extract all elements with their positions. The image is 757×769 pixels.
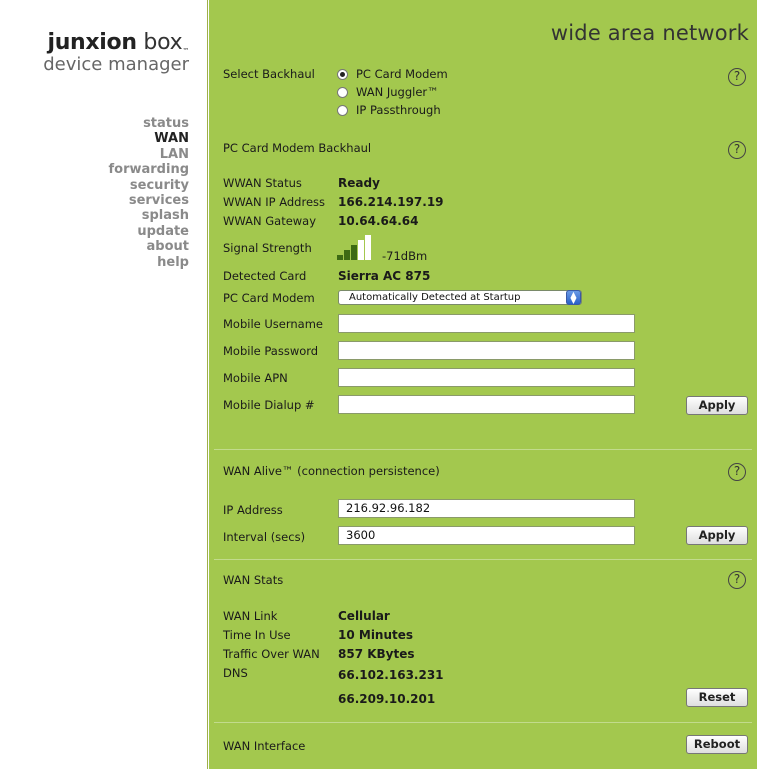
nav-item-wan[interactable]: WAN — [108, 131, 189, 146]
help-icon-wan-alive[interactable]: ? — [728, 463, 746, 481]
wan-alive-apply-button[interactable]: Apply — [686, 526, 748, 545]
help-icon-backhaul[interactable]: ? — [728, 68, 746, 86]
mobile-apn-label: Mobile APN — [223, 371, 288, 385]
nav-item-help[interactable]: help — [108, 255, 189, 270]
wan-alive-interval-input[interactable]: 3600 — [338, 526, 635, 545]
pc-card-modem-selected: Automatically Detected at Startup — [349, 292, 521, 303]
mobile-password-label: Mobile Password — [223, 344, 319, 358]
nav-item-forwarding[interactable]: forwarding — [108, 162, 189, 177]
time-in-use-value: 10 Minutes — [338, 628, 414, 642]
wan-stats-heading: WAN Stats — [223, 573, 284, 587]
radio-wan-juggler[interactable] — [337, 87, 348, 98]
main-panel: wide area network Select Backhaul PC Car… — [209, 0, 757, 769]
radio-label-ip-passthrough: IP Passthrough — [356, 103, 441, 117]
radio-pc-card-modem[interactable] — [337, 69, 348, 80]
nav-item-services[interactable]: services — [108, 193, 189, 208]
signal-bar — [344, 250, 350, 260]
mobile-apn-input[interactable] — [338, 368, 635, 387]
traffic-over-wan-value: 857 KBytes — [338, 647, 415, 661]
radio-label-wan-juggler: WAN Juggler™ — [356, 85, 439, 99]
signal-bar — [365, 235, 371, 260]
wan-link-label: WAN Link — [223, 609, 278, 623]
detected-card-value: Sierra AC 875 — [338, 269, 431, 283]
mobile-dialup-label: Mobile Dialup # — [223, 398, 315, 412]
section-divider — [214, 449, 752, 450]
nav-item-lan[interactable]: LAN — [108, 147, 189, 162]
brand-name: junxion box™ — [47, 30, 189, 55]
page-title: wide area network — [550, 21, 749, 45]
wwan-gateway-value: 10.64.64.64 — [338, 214, 419, 228]
wwan-ip-value: 166.214.197.19 — [338, 195, 444, 209]
brand-logo: junxion box™ device manager — [43, 30, 189, 75]
section-divider — [214, 722, 752, 723]
time-in-use-label: Time In Use — [223, 628, 291, 642]
nav-item-status[interactable]: status — [108, 116, 189, 131]
wwan-ip-label: WWAN IP Address — [223, 195, 326, 209]
wan-alive-interval-label: Interval (secs) — [223, 530, 306, 544]
signal-strength-icon — [337, 234, 377, 260]
wwan-gateway-label: WWAN Gateway — [223, 214, 317, 228]
detected-card-label: Detected Card — [223, 269, 307, 283]
pc-card-heading: PC Card Modem Backhaul — [223, 141, 372, 155]
dns-label: DNS — [223, 666, 248, 680]
mobile-username-input[interactable] — [338, 314, 635, 333]
pc-card-modem-label: PC Card Modem — [223, 291, 315, 305]
nav-item-security[interactable]: security — [108, 178, 189, 193]
radio-ip-passthrough[interactable] — [337, 105, 348, 116]
signal-strength-value: -71dBm — [382, 249, 428, 263]
pc-card-apply-button[interactable]: Apply — [686, 396, 748, 415]
nav-item-update[interactable]: update — [108, 224, 189, 239]
mobile-password-input[interactable] — [338, 341, 635, 360]
signal-strength-label: Signal Strength — [223, 241, 312, 255]
mobile-username-label: Mobile Username — [223, 317, 324, 331]
select-arrows-icon: ▲ ▼ — [566, 290, 581, 305]
signal-bar — [358, 240, 364, 260]
mobile-dialup-input[interactable] — [338, 395, 635, 414]
wan-alive-heading: WAN Alive™ (connection persistence) — [223, 464, 440, 478]
wan-interface-heading: WAN Interface — [223, 739, 306, 753]
dns-primary-value: 66.102.163.231 — [338, 668, 444, 682]
backhaul-label: Select Backhaul — [223, 67, 315, 81]
nav-item-about[interactable]: about — [108, 239, 189, 254]
wwan-status-value: Ready — [338, 176, 380, 190]
pc-card-modem-select[interactable]: Automatically Detected at Startup ▲ ▼ — [338, 290, 582, 305]
wan-alive-ip-label: IP Address — [223, 503, 283, 517]
radio-label-pc-card-modem: PC Card Modem — [356, 67, 448, 81]
help-icon-pc-card[interactable]: ? — [728, 141, 746, 159]
wan-stats-reset-button[interactable]: Reset — [686, 688, 748, 707]
wwan-status-label: WWAN Status — [223, 176, 302, 190]
wan-interface-reboot-button[interactable]: Reboot — [686, 735, 748, 754]
sidebar: junxion box™ device manager status WAN L… — [0, 0, 208, 769]
traffic-over-wan-label: Traffic Over WAN — [223, 647, 320, 661]
wan-alive-ip-input[interactable]: 216.92.96.182 — [338, 499, 635, 518]
nav-item-splash[interactable]: splash — [108, 208, 189, 223]
sidebar-nav: status WAN LAN forwarding security servi… — [108, 116, 189, 270]
dns-secondary-value: 66.209.10.201 — [338, 692, 436, 706]
section-divider — [214, 559, 752, 560]
brand-subtitle: device manager — [43, 54, 189, 75]
signal-bar — [351, 245, 357, 260]
help-icon-wan-stats[interactable]: ? — [728, 571, 746, 589]
wan-link-value: Cellular — [338, 609, 390, 623]
signal-bar — [337, 255, 343, 260]
